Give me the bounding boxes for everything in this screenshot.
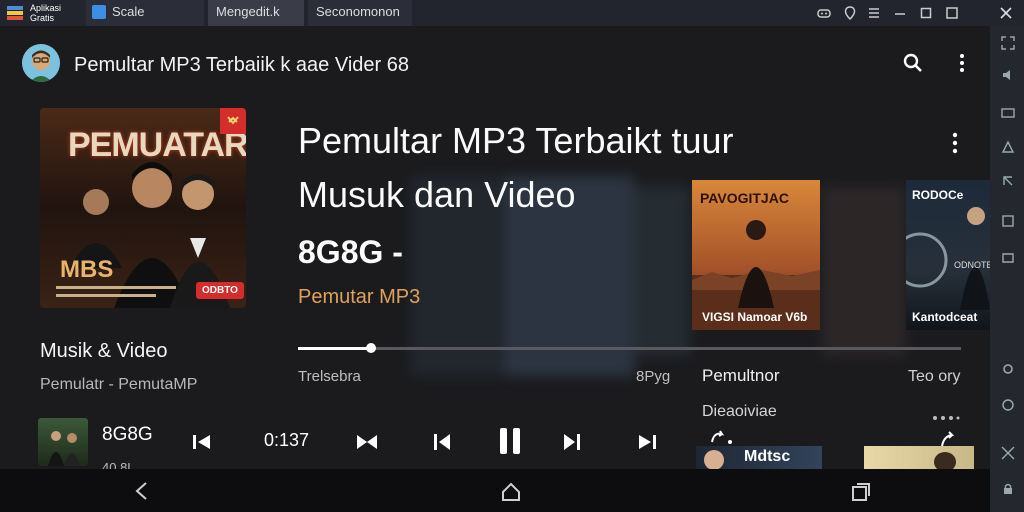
ellipsis-icon[interactable]	[932, 408, 960, 420]
progress-fill	[298, 347, 371, 350]
side-card-caption: Kantodceat	[912, 310, 978, 324]
maximize-icon[interactable]	[944, 5, 960, 21]
tab-label: Mengedit.k	[216, 4, 280, 19]
minimize-icon[interactable]	[892, 5, 908, 21]
side-card-poster-title: PAVOGITJAC	[700, 190, 789, 206]
fast-forward-icon[interactable]	[636, 430, 660, 454]
pause-icon	[500, 428, 520, 454]
volume-icon[interactable]	[1001, 68, 1015, 82]
elapsed-time: 0:137	[264, 430, 310, 450]
expand-icon[interactable]	[1001, 446, 1015, 460]
background-blur	[822, 186, 906, 356]
restore-icon[interactable]	[918, 5, 934, 21]
card-figure	[934, 452, 956, 469]
bookmark-icon	[227, 116, 239, 125]
tab-label: Seconomonon	[316, 4, 400, 19]
background-blur	[630, 186, 690, 356]
share-icon[interactable]	[938, 430, 958, 450]
progress-track[interactable]	[298, 343, 961, 353]
next-icon[interactable]	[560, 430, 584, 454]
side-card-art	[906, 207, 990, 310]
rewind-icon[interactable]	[190, 430, 214, 454]
progress-knob[interactable]	[365, 343, 376, 353]
bottom-card-title: Mdtsc	[744, 448, 791, 465]
location-icon[interactable]	[842, 5, 858, 21]
side-card-brand: ODNOTE	[954, 260, 990, 270]
tab-mengedit[interactable]: Mengedit.k	[208, 0, 304, 26]
sync-icon[interactable]	[1001, 398, 1015, 412]
search-icon[interactable]	[902, 52, 924, 74]
song-title-line1: Pemultar MP3 Terbaikt tuur	[298, 120, 734, 161]
side-list-item[interactable]: Pemultnor	[702, 366, 779, 386]
cover-fineprint	[56, 294, 156, 297]
album-cover[interactable]: PEMUATAR MBS ODBTO	[40, 108, 246, 308]
song-subtitle: Pemutar MP3	[298, 286, 421, 308]
side-card-2[interactable]: RODOCe ODNOTE Kantodceat	[906, 180, 990, 330]
card-figure	[704, 450, 724, 469]
tab-seconomonon[interactable]: Seconomonon	[308, 0, 412, 26]
rotate-icon[interactable]	[1001, 174, 1015, 188]
fullscreen-icon[interactable]	[1001, 36, 1015, 50]
album-label: Musik & Video	[40, 340, 168, 362]
lock-icon[interactable]	[1001, 482, 1015, 496]
more-options-icon[interactable]	[952, 52, 972, 74]
now-playing-thumbnail[interactable]	[38, 418, 88, 466]
music-app: Pemultar MP3 Terbaiik k aae Vider 68 PEM…	[0, 26, 990, 469]
bottom-card[interactable]: Mdtsc	[696, 446, 822, 469]
keyboard-icon[interactable]	[1001, 106, 1015, 120]
album-sublabel: Pemulatr - PemutaMP	[40, 376, 198, 393]
album-cover-badge: ODBTO	[196, 282, 244, 299]
emulator-logo-icon	[6, 4, 24, 22]
side-card-1[interactable]: PAVOGITJAC VIGSI Namoar V6b	[692, 180, 820, 330]
tab-label: Scale	[112, 4, 145, 19]
avatar[interactable]	[22, 44, 60, 82]
now-playing-title: 8G8G	[102, 424, 153, 445]
time-elapsed-label: Trelsebra	[298, 368, 361, 385]
thumbnail-art	[48, 431, 80, 466]
back-icon[interactable]	[132, 481, 152, 501]
close-icon[interactable]	[998, 5, 1014, 21]
menu-icon[interactable]	[866, 5, 882, 21]
page-title: Pemultar MP3 Terbaiik k aae Vider 68	[74, 54, 409, 76]
cover-fineprint	[56, 286, 176, 289]
recent-apps-icon[interactable]	[850, 481, 872, 503]
song-more-icon[interactable]	[945, 130, 965, 156]
now-playing-sub: 40.8L	[102, 460, 135, 469]
home-icon[interactable]	[500, 481, 522, 503]
song-code: 8G8G -	[298, 234, 403, 270]
tab-scale[interactable]: Scale	[86, 0, 204, 26]
side-card-poster-title: RODOCe	[912, 188, 964, 202]
emulator-title-bar: Aplikasi Gratis Scale Mengedit.k Seconom…	[0, 0, 1024, 26]
side-card-caption: VIGSI Namoar V6b	[702, 310, 808, 324]
shuffle-icon[interactable]	[354, 430, 380, 454]
song-title-line2: Musuk dan Video	[298, 174, 576, 215]
record-icon[interactable]	[1001, 140, 1015, 154]
side-list-item-meta: Teo ory	[908, 368, 961, 385]
side-list-item[interactable]: Dieaoiviae	[702, 403, 777, 421]
previous-icon[interactable]	[430, 430, 454, 454]
emulator-logo-text: Aplikasi Gratis	[30, 3, 62, 23]
time-total-label: 8Pyg	[636, 368, 671, 385]
screenshot-icon[interactable]	[1001, 250, 1015, 264]
gamepad-icon[interactable]	[816, 5, 832, 21]
apk-icon[interactable]	[1001, 214, 1015, 228]
album-cover-subtitle: MBS	[60, 256, 114, 283]
settings-icon[interactable]	[1001, 362, 1015, 376]
android-nav-bar	[0, 469, 990, 512]
emulator-side-toolbar	[990, 26, 1024, 512]
favorite-badge[interactable]	[220, 108, 246, 134]
app-icon	[92, 5, 106, 19]
pause-button[interactable]	[496, 426, 524, 456]
